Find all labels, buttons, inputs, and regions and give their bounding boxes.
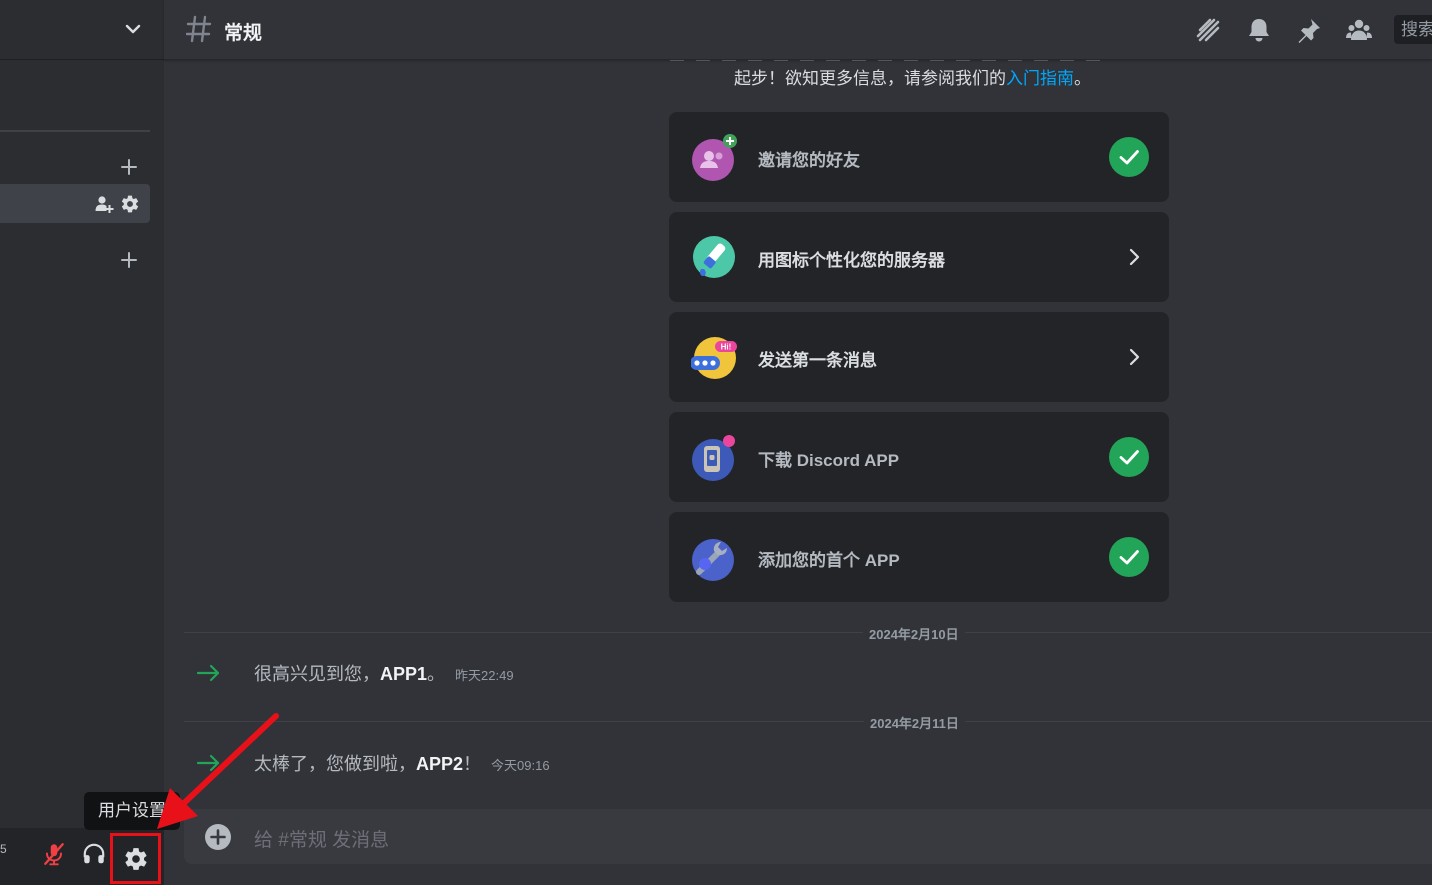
checklist-card-add-app[interactable]: 添加您的首个 APP bbox=[669, 512, 1169, 602]
checklist-card-invite[interactable]: 邀请您的好友 bbox=[669, 112, 1169, 202]
chevron-down-icon[interactable] bbox=[124, 20, 142, 38]
date-divider-label: 2024年2月10日 bbox=[863, 624, 965, 643]
wrench-icon bbox=[692, 539, 734, 581]
channel-title: 常规 bbox=[224, 23, 263, 44]
threads-icon[interactable] bbox=[1194, 16, 1222, 44]
microphone-muted-icon bbox=[44, 843, 64, 866]
user-panel-text: 5 bbox=[0, 842, 7, 856]
user-settings-button[interactable] bbox=[110, 833, 161, 884]
date-divider bbox=[184, 632, 1432, 633]
checklist-label: 发送第一条消息 bbox=[758, 351, 877, 370]
message-text-tail: 。 bbox=[427, 664, 446, 684]
message-timestamp: 今天09:16 bbox=[491, 758, 550, 773]
intro-text: 起步！欲知更多信息，请参阅我们的 bbox=[734, 69, 1006, 88]
gear-icon bbox=[124, 847, 147, 870]
system-message-text: 太棒了，您做到啦，APP2！ 今天09:16 bbox=[254, 750, 550, 776]
checklist-label: 邀请您的好友 bbox=[758, 151, 860, 170]
checklist-label: 用图标个性化您的服务器 bbox=[758, 251, 945, 270]
invite-friends-icon bbox=[692, 134, 737, 181]
channel-sidebar: 5 bbox=[0, 0, 164, 885]
message-text-tail: ！ bbox=[463, 754, 482, 774]
completed-check bbox=[1109, 137, 1149, 177]
pin-icon[interactable] bbox=[1295, 16, 1323, 44]
server-header[interactable] bbox=[0, 0, 164, 60]
chat-bubble-icon: Hi! bbox=[691, 337, 737, 379]
intro-tail: 。 bbox=[1074, 69, 1091, 88]
checklist-card-server-icon[interactable]: 用图标个性化您的服务器 bbox=[669, 212, 1169, 302]
checkmark-icon bbox=[1119, 150, 1139, 165]
welcome-intro-text: 起步！欲知更多信息，请参阅我们的入门指南。 bbox=[734, 64, 1091, 89]
create-channel-icon[interactable] bbox=[119, 250, 139, 270]
message-text: 太棒了，您做到啦， bbox=[254, 754, 416, 774]
phone-app-icon bbox=[692, 435, 735, 481]
chevron-right-icon bbox=[1129, 248, 1140, 266]
system-message-text: 很高兴见到您，APP1。 昨天22:49 bbox=[254, 660, 514, 686]
hi-badge-glyph: Hi! bbox=[721, 343, 732, 352]
paintbrush-icon bbox=[693, 236, 735, 278]
members-icon[interactable] bbox=[1345, 16, 1373, 44]
message-username[interactable]: APP1 bbox=[380, 664, 427, 684]
message-timestamp: 昨天22:49 bbox=[455, 668, 514, 683]
message-composer[interactable]: 给 #常规 发消息 bbox=[184, 809, 1432, 864]
checkmark-icon bbox=[1119, 450, 1139, 465]
user-settings-tooltip: 用户设置 bbox=[84, 792, 180, 830]
mute-button[interactable] bbox=[36, 836, 72, 872]
message-text: 很高兴见到您， bbox=[254, 664, 380, 684]
sidebar-item-general[interactable] bbox=[0, 184, 150, 223]
channel-header: 常规 搜索 bbox=[164, 0, 1432, 60]
join-arrow-icon bbox=[196, 754, 220, 772]
add-attachment-icon[interactable] bbox=[204, 823, 232, 851]
checkmark-icon bbox=[1119, 550, 1139, 565]
message-input[interactable]: 给 #常规 发消息 bbox=[254, 825, 389, 852]
completed-check bbox=[1109, 437, 1149, 477]
date-divider bbox=[184, 721, 1432, 722]
create-channel-icon[interactable] bbox=[119, 157, 139, 177]
deafen-button[interactable] bbox=[76, 836, 112, 872]
sidebar-divider bbox=[0, 130, 150, 132]
checklist-card-download-app[interactable]: 下载 Discord APP bbox=[669, 412, 1169, 502]
checklist-card-first-message[interactable]: Hi! 发送第一条消息 bbox=[669, 312, 1169, 402]
invite-member-icon[interactable] bbox=[94, 194, 114, 214]
search-input[interactable]: 搜索 bbox=[1394, 15, 1432, 44]
checklist-label: 下载 Discord APP bbox=[758, 451, 900, 470]
channel-settings-gear-icon[interactable] bbox=[120, 194, 140, 214]
headphones-icon bbox=[83, 843, 105, 864]
date-divider-label: 2024年2月11日 bbox=[864, 713, 965, 732]
text-channel-hash-icon bbox=[186, 15, 212, 43]
user-panel: 5 bbox=[0, 828, 164, 885]
join-arrow-icon bbox=[196, 664, 220, 682]
message-username[interactable]: APP2 bbox=[416, 754, 463, 774]
getting-started-link[interactable]: 入门指南 bbox=[1006, 69, 1074, 88]
completed-check bbox=[1109, 537, 1149, 577]
chevron-right-icon bbox=[1129, 348, 1140, 366]
checklist-label: 添加您的首个 APP bbox=[758, 551, 900, 570]
bell-icon[interactable] bbox=[1245, 16, 1273, 44]
